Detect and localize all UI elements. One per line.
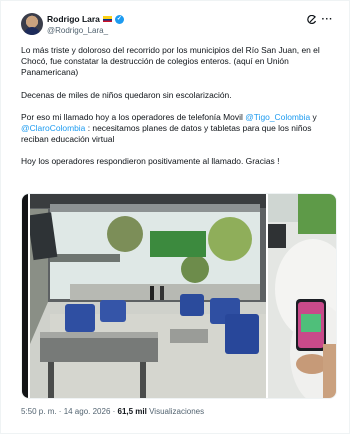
media-photo-3[interactable]: [268, 194, 336, 398]
tweet-paragraph: Hoy los operadores respondieron positiva…: [21, 156, 280, 167]
text-segment: Por eso mi llamado hoy a los operadores …: [21, 111, 246, 122]
author-avatar[interactable]: [21, 13, 43, 35]
text-segment: y: [310, 111, 320, 122]
tweet-text: Lo más triste y doloroso del recorrido p…: [21, 45, 337, 179]
author-handle[interactable]: @Rodrigo_Lara_: [47, 26, 108, 35]
media-photo-1[interactable]: [22, 194, 28, 398]
grok-icon[interactable]: [307, 14, 317, 28]
tweet-card: Rodrigo Lara ✓ @Rodrigo_Lara_ ··· Lo más…: [0, 0, 350, 434]
more-options-icon[interactable]: ···: [322, 15, 334, 25]
tweet-time[interactable]: 5:50 p. m.: [21, 407, 57, 416]
tweet-paragraph: Por eso mi llamado hoy a los operadores …: [21, 112, 337, 146]
media-gallery: [21, 193, 337, 399]
views-label: Visualizaciones: [146, 407, 205, 416]
tweet-paragraph: Lo más triste y doloroso del recorrido p…: [21, 45, 323, 78]
separator: ·: [110, 407, 118, 416]
tweet-header: Rodrigo Lara ✓ @Rodrigo_Lara_ ···: [21, 11, 335, 43]
views-count: 61,5 mil: [117, 407, 147, 416]
author-name-row[interactable]: Rodrigo Lara ✓: [47, 14, 124, 24]
mention-link-claro[interactable]: @ClaroColombia: [21, 123, 85, 133]
tweet-paragraph: Decenas de miles de niños quedaron sin e…: [21, 89, 232, 100]
colombia-flag-icon: [102, 16, 112, 22]
separator: ·: [56, 407, 64, 416]
author-name[interactable]: Rodrigo Lara: [47, 14, 100, 24]
tweet-metadata: 5:50 p. m. · 14 ago. 2026 · 61,5 mil Vis…: [21, 407, 204, 416]
verified-badge-icon: ✓: [114, 14, 124, 24]
tweet-date[interactable]: 14 ago. 2026: [64, 407, 111, 416]
media-photo-2[interactable]: [30, 194, 266, 398]
mention-link-tigo[interactable]: @Tigo_Colombia: [245, 112, 310, 122]
